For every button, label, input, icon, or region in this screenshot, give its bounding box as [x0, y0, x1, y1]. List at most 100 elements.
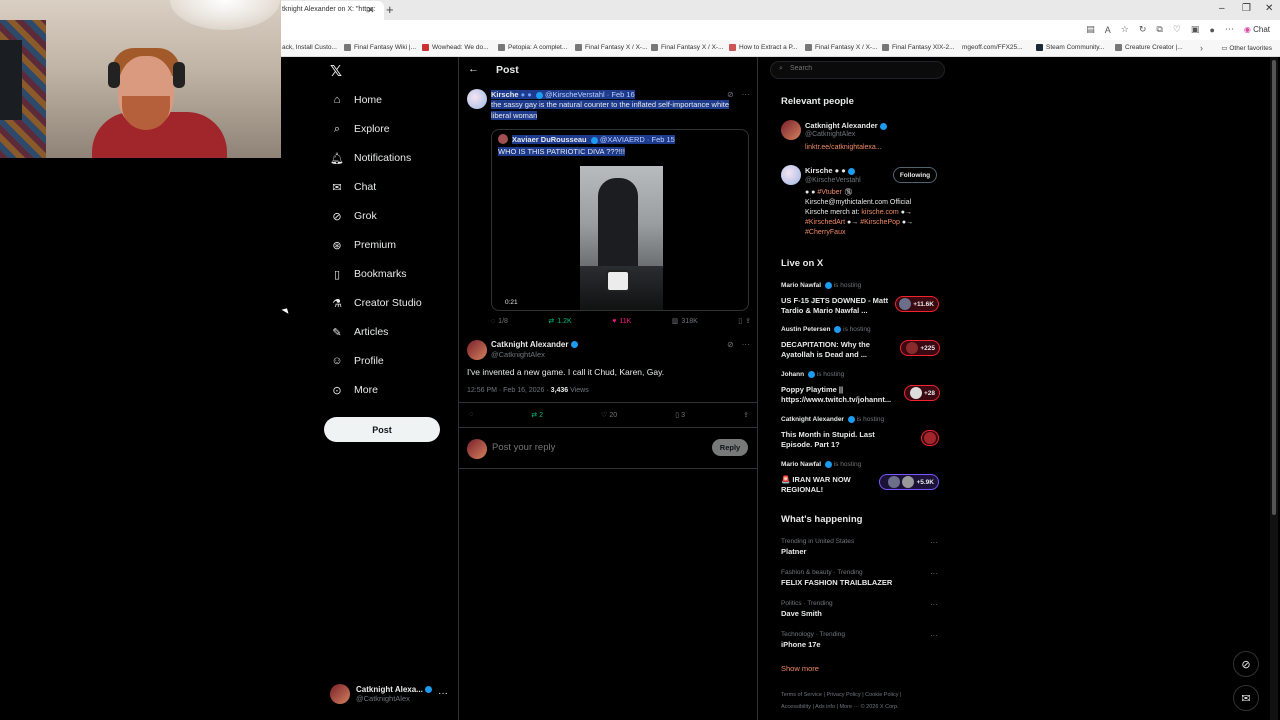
live-title[interactable]: This Month in Stupid. Last Episode. Part…: [781, 430, 891, 450]
account-switcher[interactable]: Catknight Alexa... @CatknightAlex: [330, 684, 432, 704]
person-link[interactable]: linktr.ee/catknightalexa...: [805, 144, 882, 151]
live-title[interactable]: 🚨 IRAN WAR NOW REGIONAL!: [781, 475, 891, 495]
close-tab-icon[interactable]: ✕: [367, 5, 375, 16]
avatar[interactable]: [467, 340, 487, 360]
nav-more[interactable]: ⊙ More: [331, 384, 378, 397]
nav-articles[interactable]: ✎ Articles: [331, 326, 388, 339]
scrollbar-thumb[interactable]: [1272, 60, 1276, 515]
nav-grok[interactable]: ⊘ Grok: [331, 210, 376, 223]
account-more-icon[interactable]: ···: [438, 688, 448, 699]
bookmark-item[interactable]: How to Extract a P...: [729, 44, 797, 51]
parent-date[interactable]: · Feb 16: [607, 90, 635, 99]
reply-action[interactable]: ◌ 1/8: [491, 317, 508, 325]
bookmark-item[interactable]: Final Fantasy X / X-...: [575, 44, 648, 51]
bookmark-action[interactable]: ▯ ⇪: [738, 317, 751, 325]
person-name[interactable]: Kirsche ● ●: [805, 166, 855, 175]
quoted-tweet[interactable]: Xaviaer DuRousseau @XAVIAERD · Feb 15 WH…: [491, 129, 749, 311]
text-size-icon[interactable]: A: [1105, 25, 1111, 35]
post-button[interactable]: Post: [324, 417, 440, 442]
bio-hashtag[interactable]: #CherryFaux: [805, 229, 845, 236]
live-title[interactable]: US F-15 JETS DOWNED - Matt Tardio & Mari…: [781, 296, 891, 316]
views-action[interactable]: ▥ 318K: [672, 317, 698, 326]
bookmark-item[interactable]: Steam Community...: [1036, 44, 1104, 51]
like-action[interactable]: ♥ 11K: [612, 317, 631, 325]
share-icon[interactable]: ⇪: [745, 317, 751, 325]
live-listeners-pill[interactable]: +5.9K: [879, 474, 939, 490]
search-input[interactable]: [790, 65, 940, 72]
new-tab-icon[interactable]: +: [386, 2, 394, 17]
bookmark-item[interactable]: mgeoff.com/FFX25...: [962, 44, 1023, 51]
trend-name[interactable]: FELIX FASHION TRAILBLAZER: [781, 578, 892, 587]
bookmark-item[interactable]: ack, Install Custo...: [282, 44, 337, 51]
close-window-icon[interactable]: ✕: [1265, 3, 1273, 14]
nav-creator-studio[interactable]: ⚗ Creator Studio: [331, 297, 422, 310]
bio-hashtag[interactable]: #KirschedArt: [805, 219, 845, 226]
search-box[interactable]: ⌕: [770, 61, 945, 79]
reader-icon[interactable]: ▤: [1086, 24, 1095, 35]
nav-explore[interactable]: ⌕ Explore: [331, 123, 390, 136]
nav-bookmarks[interactable]: ▯ Bookmarks: [331, 268, 407, 281]
parent-author-handle[interactable]: @KirscheVerstahl: [545, 90, 605, 99]
following-button[interactable]: Following: [893, 167, 937, 183]
more-icon[interactable]: ···: [742, 90, 750, 99]
bookmark-item[interactable]: Creature Creator |...: [1115, 44, 1183, 51]
bio-link[interactable]: kirsche.com: [861, 209, 898, 216]
live-listeners-pill[interactable]: [921, 430, 939, 446]
main-author-handle[interactable]: @CatknightAlex: [491, 350, 545, 359]
more-icon[interactable]: ···: [742, 340, 750, 349]
bookmark-item[interactable]: Final Fantasy X / X-...: [805, 44, 878, 51]
parent-author-name[interactable]: Kirsche: [491, 90, 519, 99]
live-listeners-pill[interactable]: +11.6K: [895, 296, 939, 312]
footer-links[interactable]: Terms of Service | Privacy Policy | Cook…: [781, 692, 901, 698]
menu-icon[interactable]: ⋯: [1225, 24, 1234, 35]
avatar[interactable]: [781, 165, 801, 185]
main-tweet-time[interactable]: 12:56 PM · Feb 16, 2026 ·: [467, 387, 551, 394]
refresh-icon[interactable]: ↻: [1139, 24, 1147, 35]
quote-video[interactable]: [580, 166, 663, 310]
trend-more-icon[interactable]: ···: [930, 631, 938, 640]
reply-action[interactable]: ◌: [469, 411, 473, 419]
share-icon[interactable]: ⇪: [743, 411, 749, 419]
trend-more-icon[interactable]: ···: [930, 538, 938, 547]
bio-hashtag[interactable]: #KirschePop: [860, 219, 900, 226]
bio-hashtag[interactable]: #Vtuber: [817, 189, 842, 196]
like-action[interactable]: ♡ 20: [601, 411, 617, 419]
collections-icon[interactable]: ▣: [1191, 24, 1200, 35]
chevron-right-icon[interactable]: ›: [1200, 43, 1203, 53]
trend-name[interactable]: Dave Smith: [781, 609, 822, 618]
bookmark-action[interactable]: ▯ 3: [675, 411, 685, 419]
repost-action[interactable]: ⇄ 1.2K: [548, 317, 571, 326]
profile-icon[interactable]: ●: [1209, 25, 1214, 35]
bookmark-item[interactable]: Final Fantasy X / X-...: [651, 44, 724, 51]
other-favorites[interactable]: ▭ Other favorites: [1221, 44, 1272, 52]
nav-premium[interactable]: ⊛ Premium: [331, 239, 396, 252]
main-author-name[interactable]: Catknight Alexander: [491, 340, 578, 349]
extensions-icon[interactable]: ⧉: [1156, 24, 1162, 35]
trend-name[interactable]: iPhone 17e: [781, 640, 821, 649]
person-name[interactable]: Catknight Alexander: [805, 121, 887, 130]
footer-links[interactable]: Accessibility | Ads info | More ··· © 20…: [781, 704, 899, 710]
reply-input[interactable]: [492, 442, 702, 453]
trend-more-icon[interactable]: ···: [930, 569, 938, 578]
avatar[interactable]: [781, 120, 801, 140]
reply-button[interactable]: Reply: [712, 439, 748, 456]
repost-action[interactable]: ⇄ 2: [531, 411, 543, 419]
messages-fab-icon[interactable]: ✉: [1233, 685, 1259, 711]
show-more-link[interactable]: Show more: [781, 664, 819, 673]
x-logo-icon[interactable]: 𝕏: [330, 62, 342, 80]
avatar[interactable]: [467, 89, 487, 109]
copilot-chat-button[interactable]: ◉ Chat: [1244, 25, 1270, 34]
favorite-star-icon[interactable]: ☆: [1121, 24, 1129, 35]
live-listeners-pill[interactable]: +28: [904, 385, 940, 401]
grok-icon[interactable]: ⊘: [727, 90, 734, 99]
bookmark-item[interactable]: Petopia: A complet...: [498, 44, 567, 51]
live-title[interactable]: DECAPITATION: Why the Ayatollah is Dead …: [781, 340, 891, 360]
bookmark-item[interactable]: Final Fantasy Wiki |...: [344, 44, 416, 51]
minimize-icon[interactable]: –: [1219, 3, 1225, 14]
nav-home[interactable]: ⌂ Home: [331, 94, 382, 106]
live-listeners-pill[interactable]: +225: [900, 340, 940, 356]
restore-icon[interactable]: ❐: [1242, 3, 1251, 14]
live-title[interactable]: Poppy Playtime || https://www.twitch.tv/…: [781, 385, 891, 405]
bookmark-item[interactable]: Final Fantasy XIX-2...: [882, 44, 955, 51]
grok-icon[interactable]: ⊘: [727, 340, 734, 349]
